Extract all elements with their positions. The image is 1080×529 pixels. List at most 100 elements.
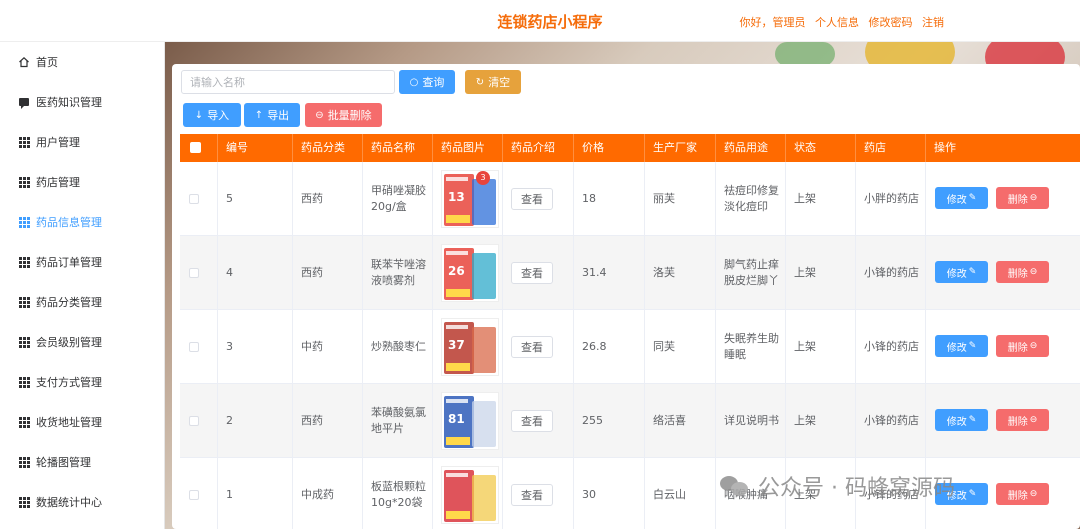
- watermark-text: 公众号 · 码蜂窝源码: [758, 476, 955, 501]
- image-badge: 37: [448, 338, 465, 352]
- column-header[interactable]: 药店: [856, 134, 926, 162]
- column-header[interactable]: 药品名称: [363, 134, 433, 162]
- column-header[interactable]: 药品分类: [293, 134, 363, 162]
- sidebar-item-label: 药品订单管理: [36, 256, 102, 269]
- sidebar-item-label: 支付方式管理: [36, 376, 102, 389]
- arrow-down-icon: ↓: [194, 109, 204, 121]
- image-cell: [433, 458, 503, 529]
- sidebar-item-label: 药店管理: [36, 176, 80, 189]
- view-intro-button[interactable]: 查看: [511, 410, 553, 432]
- name-cell: 炒熟酸枣仁: [363, 310, 433, 384]
- price-cell: 26.8: [574, 310, 645, 384]
- sidebar-item-drug-orders[interactable]: 药品订单管理: [0, 242, 165, 282]
- select-cell: [180, 162, 218, 236]
- delete-button[interactable]: 删除 ⊖: [996, 409, 1049, 431]
- edit-button[interactable]: 修改 ✎: [935, 335, 988, 357]
- view-intro-button[interactable]: 查看: [511, 262, 553, 284]
- image-badge: 81: [448, 412, 465, 426]
- sidebar-item-stores[interactable]: 药店管理: [0, 162, 165, 202]
- status-cell: 上架: [786, 236, 856, 310]
- sidebar-item-carousel[interactable]: 轮播图管理: [0, 442, 165, 482]
- row-checkbox[interactable]: [189, 490, 199, 500]
- column-header[interactable]: 生产厂家: [645, 134, 716, 162]
- grid-icon: [18, 336, 30, 348]
- view-intro-button[interactable]: 查看: [511, 336, 553, 358]
- column-header[interactable]: 价格: [574, 134, 645, 162]
- row-checkbox[interactable]: [189, 194, 199, 204]
- intro-cell: 查看: [503, 310, 574, 384]
- row-checkbox[interactable]: [189, 268, 199, 278]
- edit-button[interactable]: 修改 ✎: [935, 261, 988, 283]
- search-input[interactable]: [181, 70, 395, 94]
- drug-image[interactable]: [441, 466, 499, 524]
- batch-delete-button[interactable]: ⊖ 批量删除: [305, 103, 382, 127]
- category-cell: 西药: [293, 162, 363, 236]
- sidebar-item-addresses[interactable]: 收货地址管理: [0, 402, 165, 442]
- column-header[interactable]: 药品图片: [433, 134, 503, 162]
- sidebar-item-member-levels[interactable]: 会员级别管理: [0, 322, 165, 362]
- query-button[interactable]: ○ 查询: [399, 70, 455, 94]
- table-row: 3 中药 炒熟酸枣仁 37 查看 26.8 同芙 失眠养生助 睡眠 上架 小锋的药店 修改 ✎ 删除 ⊖: [180, 310, 1080, 384]
- change-password-link[interactable]: 修改密码: [869, 16, 913, 29]
- import-button[interactable]: ↓ 导入: [183, 103, 241, 127]
- sidebar-item-drug-categories[interactable]: 药品分类管理: [0, 282, 165, 322]
- delete-button[interactable]: 删除 ⊖: [996, 261, 1049, 283]
- select-all-checkbox[interactable]: [190, 142, 201, 153]
- name-cell: 苯磺酸氨氯 地平片: [363, 384, 433, 458]
- delete-button[interactable]: 删除 ⊖: [996, 187, 1049, 209]
- sidebar-item-label: 首页: [36, 56, 58, 69]
- image-cell: 26: [433, 236, 503, 310]
- delete-button[interactable]: 删除 ⊖: [996, 483, 1049, 505]
- column-header[interactable]: 药品用途: [716, 134, 786, 162]
- usage-cell: 脚气药止痒 脱皮烂脚丫: [716, 236, 786, 310]
- intro-cell: 查看: [503, 458, 574, 529]
- export-label: 导出: [267, 109, 290, 122]
- id-cell: 5: [218, 162, 293, 236]
- grid-icon: [18, 456, 30, 468]
- sidebar-item-drug-info[interactable]: 药品信息管理: [0, 202, 165, 242]
- grid-icon: [18, 216, 30, 228]
- clear-button[interactable]: ↻ 清空: [465, 70, 521, 94]
- sidebar-item-statistics[interactable]: 数据统计中心: [0, 482, 165, 522]
- column-header[interactable]: 状态: [786, 134, 856, 162]
- grid-icon: [18, 256, 30, 268]
- delete-label: 删除: [1007, 342, 1028, 354]
- sidebar-item-home[interactable]: 首页: [0, 42, 165, 82]
- sidebar-item-payment-methods[interactable]: 支付方式管理: [0, 362, 165, 402]
- minus-circle-icon: ⊖: [1029, 489, 1038, 499]
- usage-cell: 详见说明书: [716, 384, 786, 458]
- watermark: 公众号 · 码蜂窝源码: [720, 466, 955, 506]
- image-cell: 13 3: [433, 162, 503, 236]
- edit-label: 修改: [946, 342, 967, 354]
- delete-button[interactable]: 删除 ⊖: [996, 335, 1049, 357]
- column-header[interactable]: 操作: [926, 134, 1080, 162]
- image-cell: 37: [433, 310, 503, 384]
- price-cell: 255: [574, 384, 645, 458]
- export-button[interactable]: ↑ 导出: [244, 103, 300, 127]
- drug-image[interactable]: 37: [441, 318, 499, 376]
- logout-link[interactable]: 注销: [922, 16, 944, 29]
- row-checkbox[interactable]: [189, 416, 199, 426]
- edit-icon: ✎: [968, 267, 977, 277]
- query-label: 查询: [422, 76, 445, 89]
- column-header[interactable]: 药品介绍: [503, 134, 574, 162]
- drug-image[interactable]: 26: [441, 244, 499, 302]
- view-intro-button[interactable]: 查看: [511, 188, 553, 210]
- sidebar-item-label: 药品信息管理: [36, 216, 102, 229]
- drug-image[interactable]: 13 3: [441, 170, 499, 228]
- sidebar-item-medical-knowledge[interactable]: 医药知识管理: [0, 82, 165, 122]
- sidebar-item-users[interactable]: 用户管理: [0, 122, 165, 162]
- edit-button[interactable]: 修改 ✎: [935, 409, 988, 431]
- view-intro-button[interactable]: 查看: [511, 484, 553, 506]
- drug-image[interactable]: 81: [441, 392, 499, 450]
- row-checkbox[interactable]: [189, 342, 199, 352]
- sidebar-item-label: 用户管理: [36, 136, 80, 149]
- column-header[interactable]: 编号: [218, 134, 293, 162]
- sidebar-item-label: 收货地址管理: [36, 416, 102, 429]
- edit-button[interactable]: 修改 ✎: [935, 187, 988, 209]
- usage-cell: 失眠养生助 睡眠: [716, 310, 786, 384]
- home-icon: [18, 56, 30, 68]
- profile-link[interactable]: 个人信息: [815, 16, 859, 29]
- minus-circle-icon: ⊖: [1029, 341, 1038, 351]
- price-cell: 31.4: [574, 236, 645, 310]
